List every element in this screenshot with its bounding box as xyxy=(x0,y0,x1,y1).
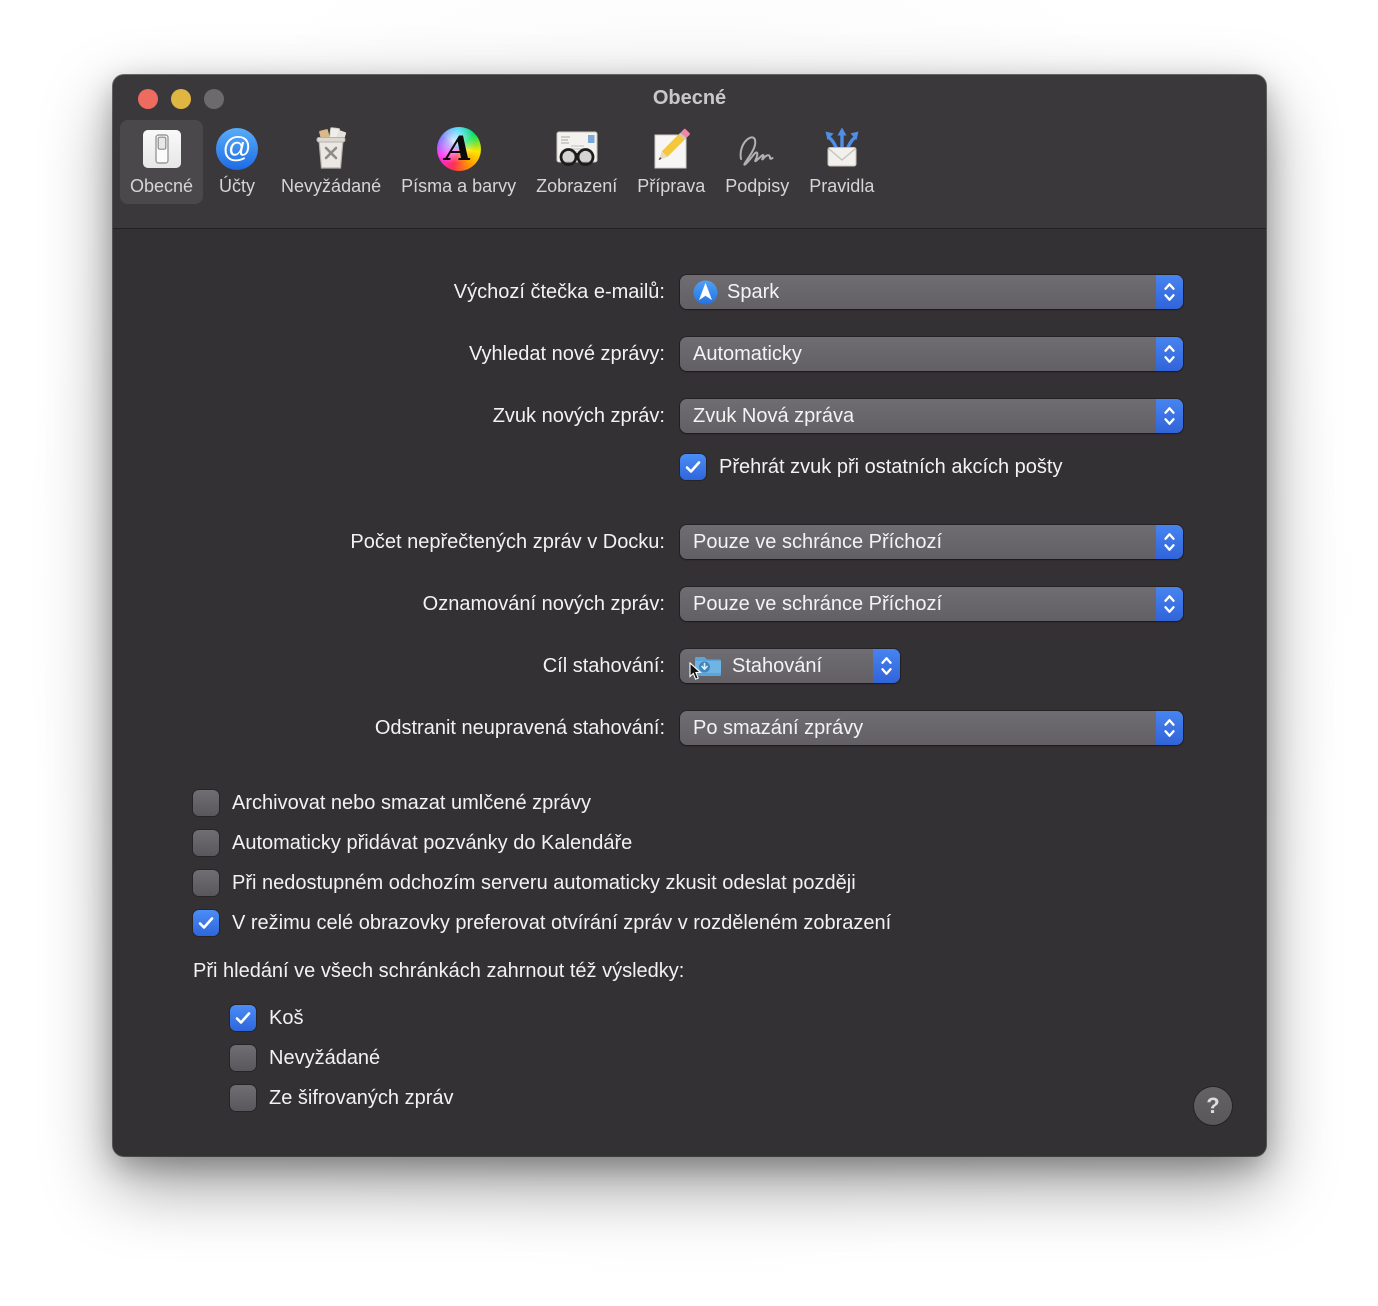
row-dock-unread-count: Počet nepřečtených zpráv v Docku: Pouze … xyxy=(113,525,1266,559)
svg-text:@: @ xyxy=(222,132,251,164)
tab-fonts-colors[interactable]: A Písma a barvy xyxy=(391,120,526,204)
checkbox-icon xyxy=(230,1045,256,1071)
new-message-notifications-popup[interactable]: Pouze ve schránce Příchozí xyxy=(680,587,1183,621)
row-default-email-reader: Výchozí čtečka e-mailů: Spark xyxy=(113,275,1266,309)
checkbox-icon xyxy=(680,454,706,480)
stepper-chevrons-icon xyxy=(873,649,900,683)
row-new-message-sound: Zvuk nových zpráv: Zvuk Nová zpráva xyxy=(113,399,1266,433)
new-message-notifications-value: Pouze ve schránce Příchozí xyxy=(693,592,943,615)
rules-envelope-arrows-icon xyxy=(818,125,866,173)
tab-rules-label: Pravidla xyxy=(809,176,875,196)
encrypted-checkbox-label: Ze šifrovaných zpráv xyxy=(269,1086,454,1109)
mail-preferences-window: Obecné Obecné @ Účty Nevyžádané A Písma … xyxy=(113,75,1266,1156)
remove-downloads-value: Po smazání zprávy xyxy=(693,716,864,739)
retry-send-checkbox-row[interactable]: Při nedostupném odchozím serveru automat… xyxy=(193,870,1266,896)
search-results-heading: Při hledání ve všech schránkách zahrnout… xyxy=(193,960,685,982)
stepper-chevrons-icon xyxy=(1156,275,1183,309)
composing-pencil-icon xyxy=(647,125,695,173)
calendar-invites-checkbox-row[interactable]: Automaticky přidávat pozvánky do Kalendá… xyxy=(193,830,1266,856)
fullscreen-splitview-checkbox-row[interactable]: V režimu celé obrazovky preferovat otvír… xyxy=(193,910,1266,936)
archive-muted-checkbox-row[interactable]: Archivovat nebo smazat umlčené zprávy xyxy=(193,790,1266,816)
tab-general-label: Obecné xyxy=(130,176,194,196)
remove-downloads-popup[interactable]: Po smazání zprávy xyxy=(680,711,1183,745)
check-new-messages-value: Automaticky xyxy=(693,342,802,365)
signature-icon xyxy=(733,125,781,173)
junk-checkbox-row[interactable]: Nevyžádané xyxy=(230,1045,1266,1071)
play-sound-checkbox-label: Přehrát zvuk při ostatních akcích pošty xyxy=(719,455,1063,478)
check-new-messages-label: Vyhledat nové zprávy: xyxy=(468,342,665,365)
dock-unread-count-popup[interactable]: Pouze ve schránce Příchozí xyxy=(680,525,1183,559)
downloads-folder-popup[interactable]: Stahování xyxy=(680,649,900,683)
tab-accounts[interactable]: @ Účty xyxy=(203,120,271,204)
preferences-toolbar: Obecné @ Účty Nevyžádané A Písma a barvy… xyxy=(120,120,884,204)
checkbox-icon xyxy=(193,790,219,816)
remove-downloads-label: Odstranit neupravená stahování: xyxy=(374,716,665,739)
mouse-cursor-icon xyxy=(689,661,702,686)
checkbox-icon xyxy=(193,910,219,936)
junk-checkbox-label: Nevyžádané xyxy=(269,1046,381,1069)
general-icon xyxy=(138,125,186,173)
help-button[interactable]: ? xyxy=(1194,1087,1232,1125)
viewing-envelope-glasses-icon xyxy=(553,125,601,173)
stepper-chevrons-icon xyxy=(1156,525,1183,559)
check-new-messages-popup[interactable]: Automaticky xyxy=(680,337,1183,371)
junk-trash-icon xyxy=(307,125,355,173)
options-checkbox-group: Archivovat nebo smazat umlčené zprávy Au… xyxy=(193,790,1266,936)
general-pane: Výchozí čtečka e-mailů: Spark Vyhledat n… xyxy=(113,229,1266,1155)
tab-general[interactable]: Obecné xyxy=(120,120,204,204)
dock-unread-count-label: Počet nepřečtených zpráv v Docku: xyxy=(350,530,665,553)
spark-app-icon xyxy=(693,280,718,305)
downloads-folder-label: Cíl stahování: xyxy=(542,654,665,677)
encrypted-checkbox-row[interactable]: Ze šifrovaných zpráv xyxy=(230,1085,1266,1111)
checkbox-icon xyxy=(193,870,219,896)
fullscreen-splitview-checkbox-label: V režimu celé obrazovky preferovat otvír… xyxy=(232,911,892,934)
tab-rules[interactable]: Pravidla xyxy=(799,120,884,204)
tab-viewing[interactable]: Zobrazení xyxy=(526,120,627,204)
stepper-chevrons-icon xyxy=(1156,587,1183,621)
window-title: Obecné xyxy=(652,87,727,109)
dock-unread-count-value: Pouze ve schránce Příchozí xyxy=(693,530,943,553)
tab-accounts-label: Účty xyxy=(219,176,256,196)
downloads-folder-icon xyxy=(689,654,723,680)
row-new-message-notifications: Oznamování nových zpráv: Pouze ve schrán… xyxy=(113,587,1266,621)
fonts-colors-icon: A xyxy=(435,125,483,173)
new-message-sound-popup[interactable]: Zvuk Nová zpráva xyxy=(680,399,1183,433)
row-downloads-folder: Cíl stahování: Stahování xyxy=(113,649,1266,683)
trash-checkbox-row[interactable]: Koš xyxy=(230,1005,1266,1031)
new-message-sound-label: Zvuk nových zpráv: xyxy=(492,404,665,427)
tab-composing-label: Příprava xyxy=(637,176,706,196)
calendar-invites-checkbox-label: Automaticky přidávat pozvánky do Kalendá… xyxy=(232,831,633,854)
tab-viewing-label: Zobrazení xyxy=(536,176,618,196)
play-sound-checkbox-row[interactable]: Přehrát zvuk při ostatních akcích pošty xyxy=(680,454,1266,480)
checkbox-icon xyxy=(230,1085,256,1111)
stepper-chevrons-icon xyxy=(1156,711,1183,745)
tab-signatures[interactable]: Podpisy xyxy=(715,120,799,204)
search-results-checkbox-group: Koš Nevyžádané Ze šifrovaných zpráv xyxy=(230,1005,1266,1111)
tab-composing[interactable]: Příprava xyxy=(627,120,715,204)
new-message-notifications-label: Oznamování nových zpráv: xyxy=(422,592,665,615)
retry-send-checkbox-label: Při nedostupném odchozím serveru automat… xyxy=(232,871,856,894)
stepper-chevrons-icon xyxy=(1156,399,1183,433)
tab-fonts-colors-label: Písma a barvy xyxy=(401,176,517,196)
trash-checkbox-label: Koš xyxy=(269,1006,304,1029)
new-message-sound-value: Zvuk Nová zpráva xyxy=(693,404,855,427)
archive-muted-checkbox-label: Archivovat nebo smazat umlčené zprávy xyxy=(232,791,592,814)
default-email-reader-value: Spark xyxy=(727,280,780,303)
desktop-background: Obecné Obecné @ Účty Nevyžádané A Písma … xyxy=(0,0,1378,1306)
default-email-reader-label: Výchozí čtečka e-mailů: xyxy=(453,280,665,303)
checkbox-icon xyxy=(193,830,219,856)
accounts-icon: @ xyxy=(213,125,261,173)
tab-signatures-label: Podpisy xyxy=(725,176,790,196)
default-email-reader-popup[interactable]: Spark xyxy=(680,275,1183,309)
window-header: Obecné Obecné @ Účty Nevyžádané A Písma … xyxy=(113,75,1266,229)
row-check-new-messages: Vyhledat nové zprávy: Automaticky xyxy=(113,337,1266,371)
checkbox-icon xyxy=(230,1005,256,1031)
downloads-folder-value: Stahování xyxy=(732,654,823,677)
stepper-chevrons-icon xyxy=(1156,337,1183,371)
tab-junk-label: Nevyžádané xyxy=(281,176,382,196)
tab-junk[interactable]: Nevyžádané xyxy=(271,120,391,204)
row-remove-downloads: Odstranit neupravená stahování: Po smazá… xyxy=(113,711,1266,745)
